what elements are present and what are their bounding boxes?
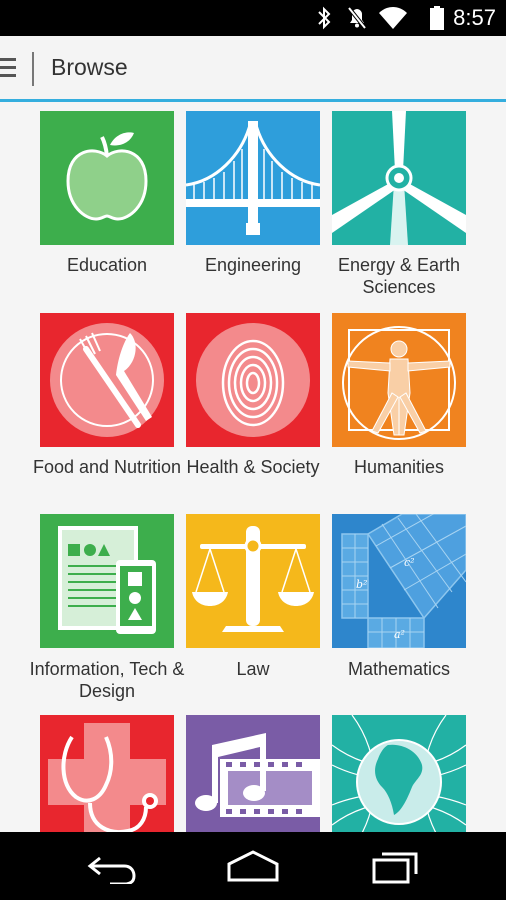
wifi-icon	[379, 7, 407, 29]
category-tile-science[interactable]	[332, 715, 466, 832]
wind-turbine-icon	[332, 111, 466, 245]
category-label-law: Law	[236, 659, 270, 679]
category-label-mathematics: Mathematics	[347, 659, 451, 679]
category-tile-music[interactable]	[186, 715, 320, 832]
category-tile-information[interactable]	[40, 514, 174, 648]
category-tile-law[interactable]	[186, 514, 320, 648]
app-bar: Browse	[0, 36, 506, 102]
category-tile-mathematics[interactable]: b² c² a²	[332, 514, 466, 648]
category-tile-medicine[interactable]	[40, 715, 174, 832]
category-tile-humanities[interactable]	[332, 313, 466, 447]
stethoscope-icon	[40, 715, 174, 832]
back-icon[interactable]	[86, 848, 138, 884]
category-tile-energy[interactable]	[332, 111, 466, 245]
mute-icon	[347, 6, 367, 30]
page-title: Browse	[51, 54, 128, 80]
category-label-engineering: Engineering	[204, 255, 302, 275]
battery-icon	[430, 6, 444, 30]
devices-icon	[40, 514, 174, 648]
category-tile-health[interactable]	[186, 313, 320, 447]
globe-icon	[332, 715, 466, 832]
category-label-health: Health & Society	[186, 457, 320, 477]
scales-icon	[186, 514, 320, 648]
apple-icon	[40, 111, 174, 245]
home-icon[interactable]	[226, 848, 280, 884]
app-bar-divider	[32, 52, 34, 86]
fingerprint-icon	[186, 313, 320, 447]
category-label-information: Information, Tech & Design	[29, 659, 185, 701]
category-tile-education[interactable]	[40, 111, 174, 245]
navigation-bar	[0, 832, 506, 900]
category-label-education: Education	[66, 255, 148, 275]
category-tile-engineering[interactable]	[186, 111, 320, 245]
recent-apps-icon[interactable]	[370, 848, 422, 884]
svg-text:b²: b²	[356, 578, 367, 591]
category-grid: Education Engineering Energy & Earth Sci…	[0, 102, 506, 832]
category-label-food: Food and Nutrition	[32, 457, 182, 477]
svg-text:a²: a²	[394, 628, 405, 641]
clock: 8:57	[453, 5, 496, 30]
plate-icon	[40, 313, 174, 447]
category-label-energy: Energy & Earth Sciences	[337, 255, 461, 297]
music-film-icon	[186, 715, 320, 832]
pythagoras-icon: b² c² a²	[332, 514, 466, 648]
category-label-humanities: Humanities	[353, 457, 445, 477]
vitruvian-man-icon	[332, 313, 466, 447]
category-tile-food[interactable]	[40, 313, 174, 447]
status-bar: 8:57	[0, 0, 506, 36]
bridge-icon	[186, 111, 320, 245]
bluetooth-icon	[318, 6, 331, 30]
menu-icon[interactable]	[0, 58, 16, 80]
svg-text:c²: c²	[404, 556, 415, 569]
